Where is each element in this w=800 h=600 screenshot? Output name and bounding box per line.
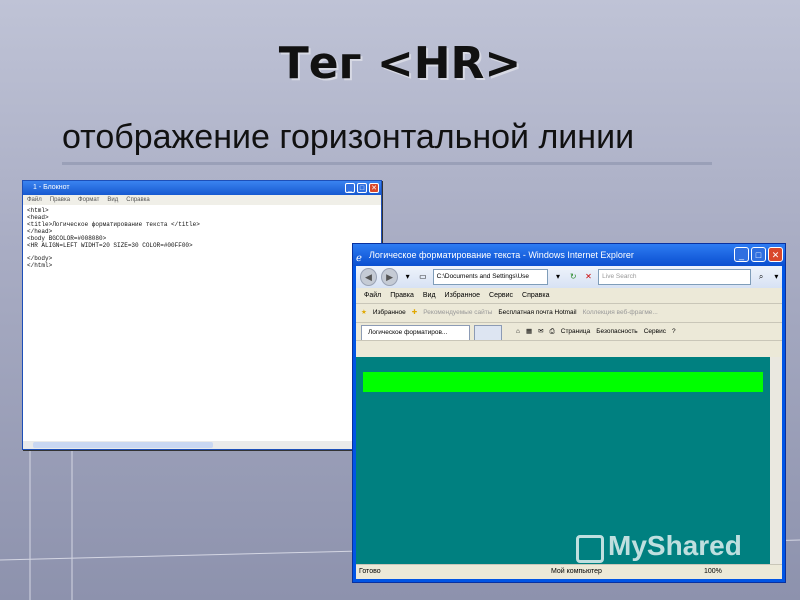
subtitle-underline (62, 162, 712, 165)
maximize-button[interactable]: □ (751, 247, 766, 262)
menu-view[interactable]: Вид (107, 195, 118, 205)
vertical-scrollbar[interactable] (770, 357, 782, 565)
minimize-button[interactable]: _ (734, 247, 749, 262)
address-toolbar: ◀ ▶ ▾ ▭ C:\Documents and Settings\Use ▾ … (356, 266, 782, 288)
zoom-level[interactable]: 100% (704, 565, 722, 579)
notepad-titlebar: 1 - Блокнот _ □ ✕ (23, 181, 381, 195)
menu-favorites[interactable]: Избранное (445, 288, 480, 303)
maximize-button[interactable]: □ (357, 183, 367, 193)
slide-subtitle: отображение горизонтальной линии (62, 118, 635, 156)
search-icon[interactable]: ⌕ (755, 271, 766, 283)
menu-view[interactable]: Вид (423, 288, 436, 303)
tab-bar: Логическое форматиров... ⌂ ▦ ✉ ⎙ Страниц… (356, 323, 782, 341)
add-favorite-icon[interactable]: ✚ (412, 304, 417, 322)
fav-link-suggested[interactable]: Рекомендуемые сайты (423, 304, 492, 322)
mail-icon[interactable]: ✉ (538, 323, 543, 340)
notepad-text-area[interactable]: <html> <head> <title>Логическое форматир… (23, 205, 381, 273)
scrollbar-thumb[interactable] (33, 442, 213, 448)
home-icon[interactable]: ⌂ (516, 323, 520, 340)
forward-arrow-icon[interactable]: ▶ (381, 268, 399, 286)
stop-icon[interactable]: ✕ (583, 271, 594, 283)
feeds-icon[interactable]: ▦ (526, 323, 532, 340)
chevron-down-icon[interactable]: ▾ (402, 271, 413, 283)
notepad-title: 1 - Блокнот (33, 184, 70, 191)
tool-page[interactable]: Страница (561, 323, 590, 340)
tool-service[interactable]: Сервис (644, 323, 666, 340)
ie-menubar: Файл Правка Вид Избранное Сервис Справка (356, 288, 782, 304)
ie-title: Логическое форматирование текста - Windo… (369, 250, 634, 260)
tab-current[interactable]: Логическое форматиров... (361, 325, 470, 340)
status-text: Готово (359, 568, 381, 575)
address-dropdown-icon[interactable]: ▾ (552, 271, 563, 283)
close-button[interactable]: ✕ (768, 247, 783, 262)
address-input[interactable]: C:\Documents and Settings\Use (432, 269, 549, 285)
fav-link-webslices[interactable]: Коллекция веб-фрагме... (583, 304, 658, 322)
menu-help[interactable]: Справка (522, 288, 549, 303)
menu-format[interactable]: Формат (78, 195, 99, 205)
notepad-window: 1 - Блокнот _ □ ✕ Файл Правка Формат Вид… (22, 180, 382, 450)
search-options-icon[interactable]: ▾ (771, 271, 782, 283)
ie-titlebar: ℯ Логическое форматирование текста - Win… (353, 244, 785, 266)
close-button[interactable]: ✕ (369, 183, 379, 193)
menu-file[interactable]: Файл (27, 195, 42, 205)
menu-help[interactable]: Справка (126, 195, 150, 205)
menu-file[interactable]: Файл (364, 288, 381, 303)
tool-security[interactable]: Безопасность (596, 323, 637, 340)
favorites-button[interactable]: Избранное (373, 304, 406, 322)
watermark-icon (576, 535, 604, 563)
favorites-star-icon: ★ (361, 309, 367, 316)
watermark-text: MyShared (608, 530, 742, 561)
print-icon[interactable]: ⎙ (550, 323, 555, 340)
search-input[interactable]: Live Search (598, 269, 752, 285)
menu-tools[interactable]: Сервис (489, 288, 513, 303)
refresh-icon[interactable]: ↻ (568, 271, 579, 283)
favorites-bar: ★ Избранное ✚ Рекомендуемые сайты Беспла… (356, 304, 782, 323)
horizontal-scrollbar[interactable] (23, 441, 381, 449)
notepad-menubar: Файл Правка Формат Вид Справка (23, 195, 381, 205)
help-icon[interactable]: ? (672, 323, 676, 340)
horizontal-rule (363, 372, 763, 392)
new-tab-button[interactable] (474, 325, 502, 340)
menu-edit[interactable]: Правка (390, 288, 414, 303)
security-zone: Мой компьютер (551, 568, 602, 575)
status-bar: Готово Мой компьютер 100% (356, 564, 782, 579)
minimize-button[interactable]: _ (345, 183, 355, 193)
back-arrow-icon[interactable]: ◀ (360, 268, 378, 286)
fav-link-hotmail[interactable]: Бесплатная почта Hotmail (498, 304, 576, 322)
menu-edit[interactable]: Правка (50, 195, 70, 205)
page-icon: ▭ (419, 272, 427, 281)
command-bar: ⌂ ▦ ✉ ⎙ Страница Безопасность Сервис ? (516, 323, 676, 340)
slide-title: Тег <HR> (278, 38, 522, 89)
